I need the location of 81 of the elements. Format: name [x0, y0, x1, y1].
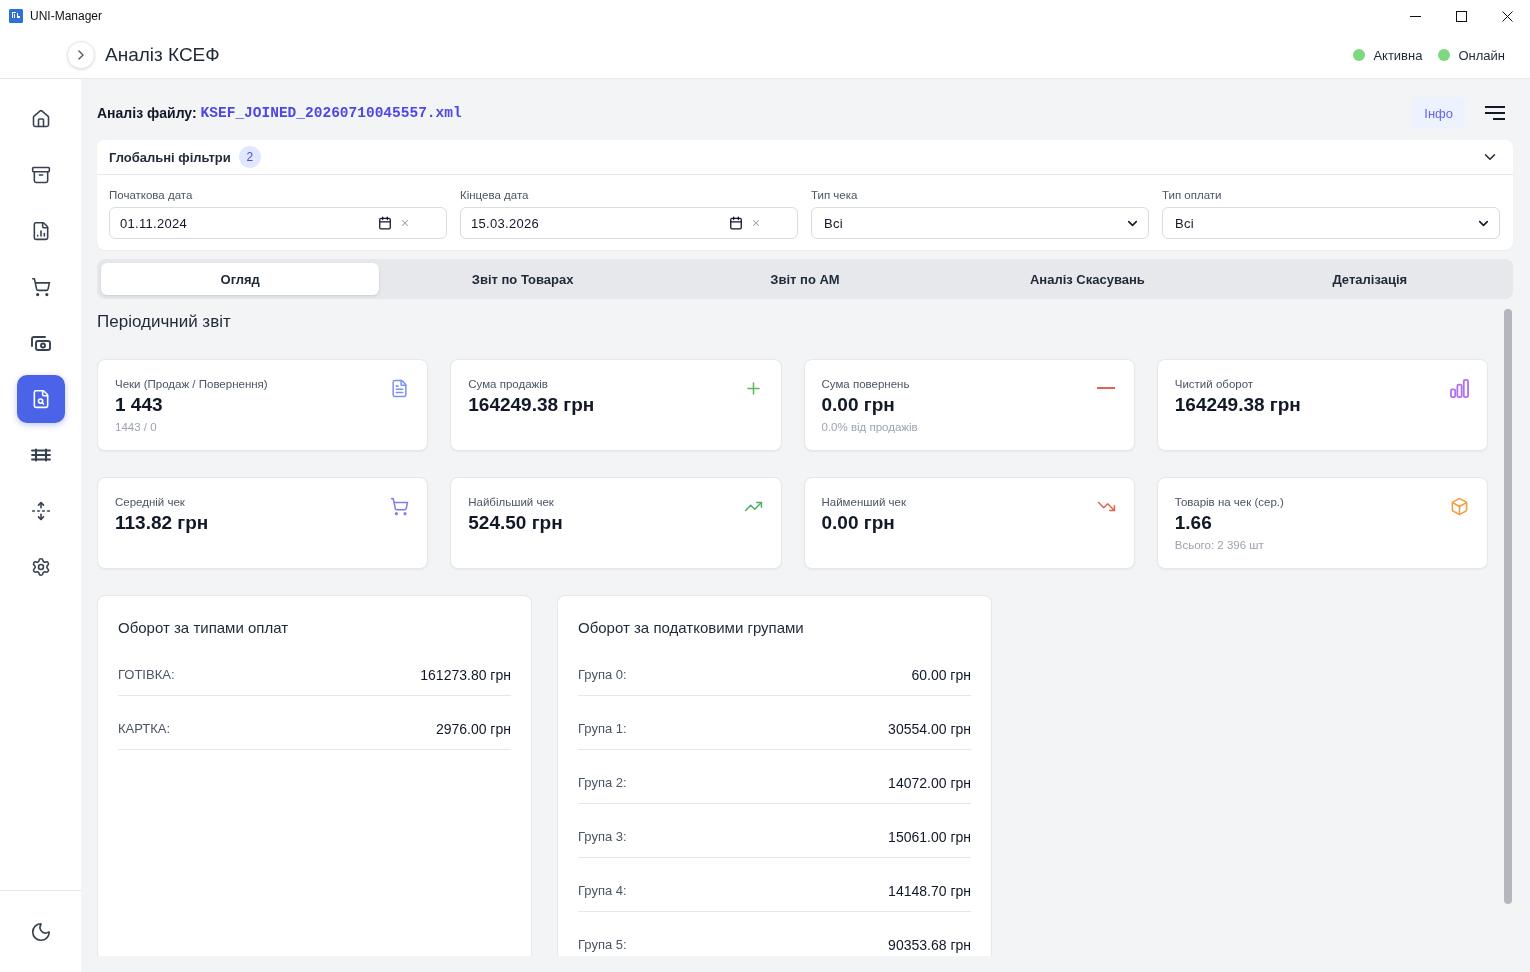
stat-value: 0.00 грн: [821, 393, 896, 417]
filter-count-badge: 2: [238, 146, 261, 168]
row-value: 161273.80 грн: [420, 666, 511, 685]
stat-label: Найменший чек: [821, 495, 907, 509]
page-title: Аналіз КСЕФ: [105, 44, 220, 66]
calendar-icon[interactable]: [729, 216, 743, 230]
row-label: Група 5:: [578, 936, 627, 954]
stat-note: 0.0% від продажів: [821, 420, 919, 434]
stat-value: 164249.38 грн: [1174, 393, 1302, 417]
date-field[interactable]: 15.03.2026: [460, 207, 798, 239]
scrollbar-thumb[interactable]: [1504, 309, 1512, 904]
stat-value: 524.50 грн: [468, 511, 564, 535]
expand-vertical-icon: [30, 501, 51, 521]
info-button[interactable]: Інфо: [1412, 97, 1465, 129]
document-icon: [390, 379, 410, 398]
file-label: Аналіз файлу:: [97, 105, 197, 121]
stat-label: Товарів на чек (сер.): [1174, 495, 1285, 509]
tab[interactable]: Звіт по Товарах: [383, 263, 662, 295]
status-label: Онлайн: [1458, 47, 1505, 63]
row-label: Група 2:: [578, 774, 627, 792]
stat-label: Найбільший чек: [468, 495, 555, 509]
stat-label: Чистий оборот: [1174, 377, 1255, 391]
stat-label: Середній чек: [115, 495, 186, 509]
select-field[interactable]: Всі: [1162, 207, 1500, 239]
filters-title: Глобальні фільтри: [109, 149, 231, 165]
row-label: ГОТІВКА:: [118, 666, 175, 684]
row-label: КАРТКА:: [118, 720, 171, 738]
row-value: 2976.00 грн: [435, 720, 511, 739]
stat-label: Сума повернень: [821, 377, 911, 391]
cash-stack-icon: [30, 333, 51, 353]
sidebar-toggle-button[interactable]: [67, 41, 95, 69]
archive-icon: [30, 165, 51, 185]
field-label: Кінцева дата: [460, 188, 530, 202]
settings-icon: [30, 557, 51, 577]
row-label: Група 4:: [578, 882, 627, 900]
select-field[interactable]: Всі: [811, 207, 1149, 239]
date-field[interactable]: 01.11.2024: [109, 207, 447, 239]
stat-note: 1443 / 0: [115, 420, 158, 434]
row-label: Група 3:: [578, 828, 627, 846]
stat-value: 0.00 грн: [821, 511, 896, 535]
app-logo-icon: [9, 9, 23, 23]
stat-label: Чеки (Продаж / Повернення): [115, 377, 269, 391]
panel-title: Оборот за типами оплат: [118, 618, 290, 638]
moon-icon[interactable]: [29, 920, 52, 943]
stat-value: 1 443: [115, 393, 164, 417]
field-label: Тип оплати: [1162, 188, 1223, 202]
calendar-icon[interactable]: [378, 216, 392, 230]
stat-note: Всього: 2 396 шт: [1174, 538, 1265, 552]
panel-title: Оборот за податковими групами: [578, 618, 805, 638]
sidebar-item[interactable]: [16, 375, 65, 423]
minus-icon: [1097, 387, 1116, 389]
bar-chart-icon: [1450, 379, 1469, 398]
tab[interactable]: Звіт по АМ: [665, 263, 945, 295]
stat-value: 164249.38 грн: [468, 393, 596, 417]
row-value: 14072.00 грн: [888, 774, 971, 793]
row-value: 60.00 грн: [911, 666, 971, 685]
menu-icon[interactable]: [1485, 106, 1505, 120]
home-icon: [30, 109, 51, 129]
field-label: Тип чека: [811, 188, 859, 202]
tab[interactable]: Аналіз Скасувань: [948, 263, 1227, 295]
row-value: 30554.00 грн: [888, 720, 971, 739]
row-value: 14148.70 грн: [888, 882, 971, 901]
stat-value: 113.82 грн: [115, 511, 210, 535]
close-icon[interactable]: [1501, 10, 1513, 22]
stat-value: 1.66: [1174, 511, 1213, 535]
row-value: 90353.68 грн: [888, 936, 971, 955]
window-title: UNI-Manager: [30, 9, 103, 23]
section-title: Періодичний звіт: [97, 312, 232, 332]
row-value: 15061.00 грн: [888, 828, 971, 847]
field-label: Початкова дата: [109, 188, 194, 202]
cart-icon: [30, 277, 51, 297]
tab[interactable]: Деталізація: [1230, 263, 1509, 295]
row-label: Група 1:: [578, 720, 627, 738]
status-label: Активна: [1373, 47, 1423, 63]
cube-icon: [1450, 497, 1469, 516]
tab[interactable]: Огляд: [101, 263, 380, 295]
file-name: KSEF_JOINED_20260710045557.xml: [200, 105, 462, 121]
stat-label: Сума продажів: [468, 377, 549, 391]
row-label: Група 0:: [578, 666, 627, 684]
maximize-icon[interactable]: [1455, 10, 1467, 22]
cart-icon: [390, 497, 410, 516]
